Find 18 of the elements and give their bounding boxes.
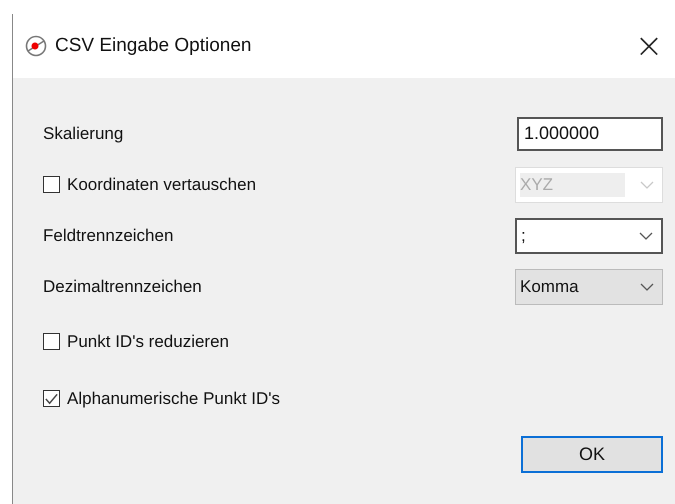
field-label: Koordinaten vertauschen bbox=[67, 174, 256, 194]
caret-icon bbox=[640, 180, 654, 190]
field-label: Skalierung bbox=[43, 124, 124, 144]
dropdown[interactable]: Komma bbox=[515, 268, 663, 304]
ok-button[interactable]: OK bbox=[521, 436, 663, 473]
checkbox-label: Punkt ID's reduzieren bbox=[67, 332, 229, 352]
checkbox[interactable] bbox=[43, 333, 60, 350]
close-button[interactable]: × bbox=[627, 24, 671, 68]
input-field[interactable]: 1.000000 bbox=[517, 116, 663, 150]
target-icon bbox=[25, 35, 47, 57]
window-title: CSV Eingabe Optionen bbox=[55, 35, 252, 57]
checkbox-label: Alphanumerische Punkt ID's bbox=[67, 388, 280, 408]
dropdown[interactable]: ; bbox=[515, 218, 663, 254]
field-label: Dezimaltrennzeichen bbox=[43, 276, 202, 296]
checkbox[interactable] bbox=[43, 390, 60, 407]
field-label: Feldtrennzeichen bbox=[43, 226, 174, 246]
caret-icon bbox=[639, 230, 653, 240]
caret-icon bbox=[640, 282, 654, 292]
